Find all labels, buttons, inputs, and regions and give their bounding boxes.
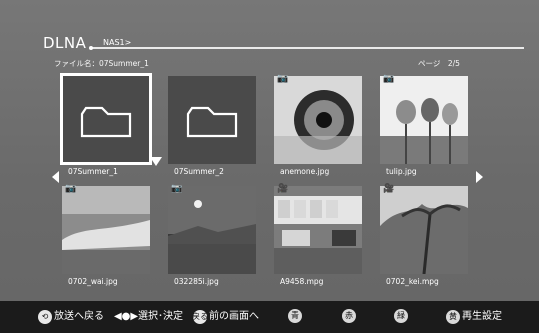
- camera-icon: 📷: [65, 184, 77, 194]
- item-caption: 032285i.jpg: [174, 277, 219, 286]
- anemone-photo: [274, 76, 362, 164]
- breadcrumb: NAS1>: [103, 38, 132, 47]
- title-divider-line: [92, 47, 524, 49]
- app-title: DLNA: [43, 34, 87, 52]
- item-caption: 0702_wai.jpg: [68, 277, 118, 286]
- photo-thumbnail: [168, 186, 256, 274]
- camera-icon: 📷: [383, 74, 395, 84]
- page-indicator: ページ 2/5: [418, 59, 460, 68]
- movie-camera-icon: 🎥: [277, 184, 289, 194]
- playback-settings-label: 再生設定: [462, 311, 502, 322]
- grid-item-0702_wai[interactable]: 📷 0702_wai.jpg: [58, 181, 152, 286]
- back-to-broadcast-label: 放送へ戻る: [54, 311, 104, 322]
- file-name-label: ファイル名：07Summer_1: [54, 59, 149, 68]
- playback-settings-button[interactable]: 黄 再生設定: [446, 309, 502, 325]
- photo-thumbnail: [62, 186, 150, 274]
- blue-button[interactable]: 青: [288, 309, 304, 323]
- bottom-control-bar: ⟲ 放送へ戻る ◀●▶ 選択･決定 戻る 前の画面へ 青 赤 緑 黄 再生設定: [0, 301, 539, 333]
- previous-screen-label: 前の画面へ: [209, 311, 259, 322]
- camera-icon: 📷: [277, 74, 289, 84]
- grid-item-a9458[interactable]: 🎥 A9458.mpg: [270, 181, 364, 286]
- broadcast-icon: ⟲: [38, 310, 52, 324]
- grid-item-anemone[interactable]: 📷 anemone.jpg: [270, 71, 364, 176]
- yellow-button-icon: 黄: [446, 310, 460, 324]
- street-video-frame: [274, 186, 362, 274]
- video-thumbnail: [380, 186, 468, 274]
- folder-icon: [168, 76, 256, 164]
- red-button[interactable]: 赤: [342, 309, 358, 323]
- video-thumbnail: [274, 186, 362, 274]
- back-icon: 戻る: [192, 310, 208, 324]
- selection-pointer-icon: [150, 157, 162, 166]
- grid-item-032285i[interactable]: 📷 032285i.jpg: [164, 181, 258, 286]
- next-page-arrow-icon[interactable]: [476, 171, 483, 183]
- grid-item-07summer_2[interactable]: 07Summer_2: [164, 71, 258, 176]
- green-button-icon: 緑: [394, 309, 408, 323]
- item-caption: anemone.jpg: [280, 167, 330, 176]
- red-button-icon: 赤: [342, 309, 356, 323]
- media-grid: 07Summer_1 07Summer_2 📷 anemone.jpg 📷 tu…: [58, 71, 472, 286]
- item-caption: tulip.jpg: [386, 167, 417, 176]
- tulip-photo: [380, 76, 468, 164]
- back-to-broadcast-button[interactable]: ⟲ 放送へ戻る: [38, 309, 104, 325]
- item-caption: 07Summer_2: [174, 167, 224, 176]
- photo-thumbnail: [380, 76, 468, 164]
- item-caption: 0702_kei.mpg: [386, 277, 439, 286]
- camera-icon: 📷: [171, 184, 183, 194]
- grid-item-tulip[interactable]: 📷 tulip.jpg: [376, 71, 470, 176]
- green-button[interactable]: 緑: [394, 309, 410, 323]
- dpad-icon: ◀●▶: [113, 311, 139, 322]
- palm-video-frame: [380, 186, 468, 274]
- item-caption: 07Summer_1: [68, 167, 118, 176]
- folder-thumbnail: [168, 76, 256, 164]
- blue-button-icon: 青: [288, 309, 302, 323]
- movie-camera-icon: 🎥: [383, 184, 395, 194]
- photo-thumbnail: [274, 76, 362, 164]
- grid-item-0702_kei[interactable]: 🎥 0702_kei.mpg: [376, 181, 470, 286]
- select-enter-button[interactable]: ◀●▶ 選択･決定: [113, 309, 183, 325]
- moonlit-sea-photo: [168, 186, 256, 274]
- item-caption: A9458.mpg: [280, 277, 324, 286]
- beach-photo: [62, 186, 150, 274]
- select-enter-label: 選択･決定: [138, 311, 183, 322]
- grid-item-07summer_1[interactable]: 07Summer_1: [58, 71, 162, 176]
- previous-screen-button[interactable]: 戻る 前の画面へ: [192, 309, 259, 325]
- selection-frame: [60, 73, 152, 165]
